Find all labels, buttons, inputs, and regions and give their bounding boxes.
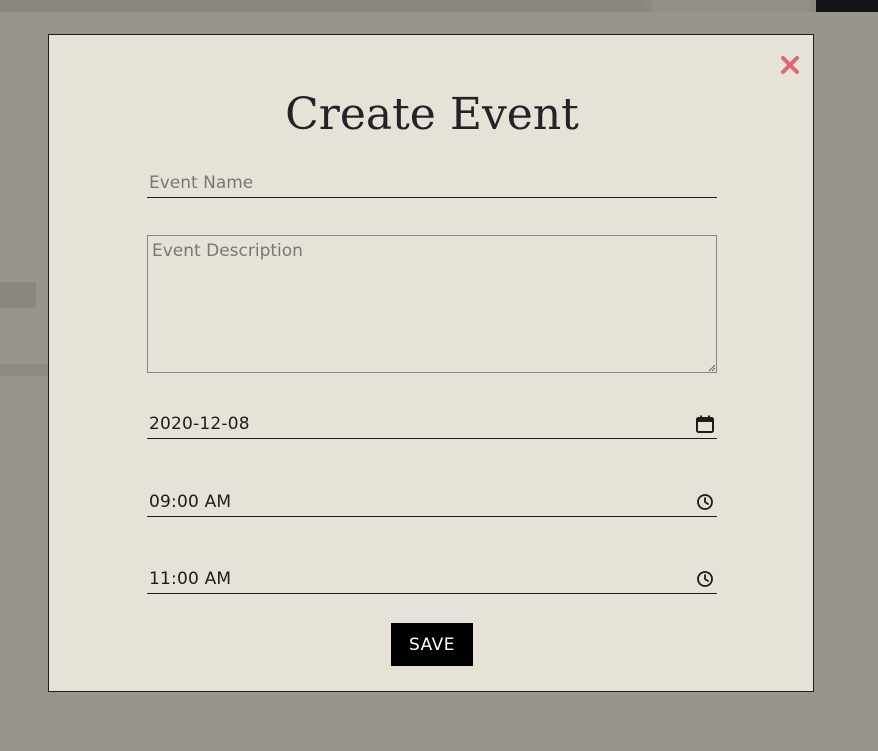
end-time-input[interactable]: 11:00 AM xyxy=(147,564,717,594)
background-heading-fragment xyxy=(0,282,36,308)
save-button[interactable]: SAVE xyxy=(391,623,473,666)
background-top-bar xyxy=(0,0,878,12)
start-time-input[interactable]: 09:00 AM xyxy=(147,487,717,517)
resize-grip-icon[interactable] xyxy=(707,363,716,372)
modal-title: Create Event xyxy=(285,89,579,140)
end-time-value: 11:00 AM xyxy=(149,569,232,589)
background-button xyxy=(816,0,878,12)
background-search-bar xyxy=(0,0,645,12)
create-event-modal: Create Event 2020-12-08 09:00 AM 11:00 A… xyxy=(48,34,814,692)
event-name-input[interactable] xyxy=(147,168,717,198)
background-text-fragment xyxy=(0,364,55,376)
background-input-segment xyxy=(652,0,810,12)
date-value: 2020-12-08 xyxy=(149,414,250,434)
close-x-icon xyxy=(781,56,799,74)
clock-icon[interactable] xyxy=(695,492,715,512)
calendar-icon[interactable] xyxy=(695,414,715,434)
clock-icon[interactable] xyxy=(695,569,715,589)
event-date-input[interactable]: 2020-12-08 xyxy=(147,409,717,439)
event-description-textarea[interactable] xyxy=(147,235,717,373)
close-button[interactable] xyxy=(777,52,803,78)
start-time-value: 09:00 AM xyxy=(149,492,232,512)
